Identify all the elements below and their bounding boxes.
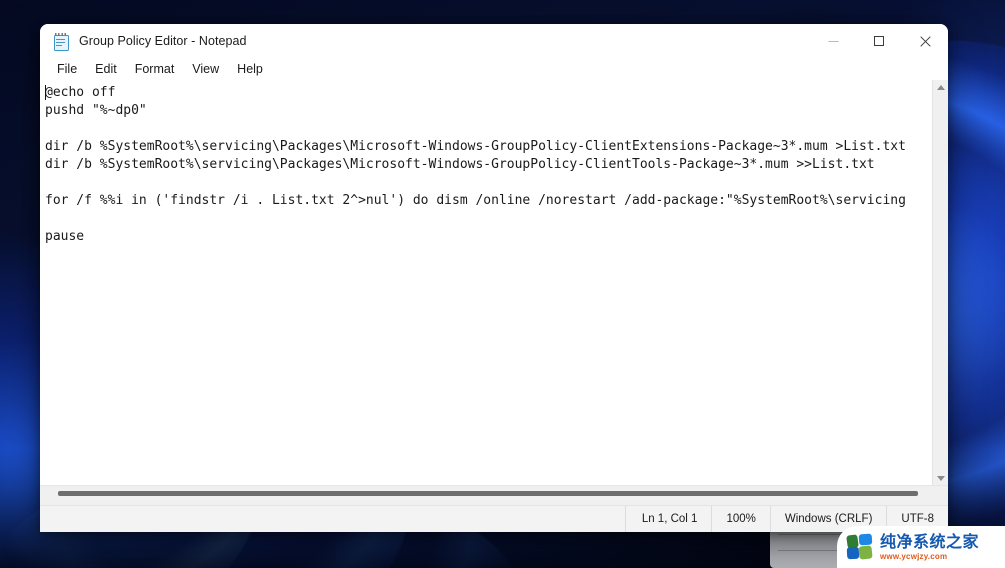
scroll-down-button[interactable]	[933, 471, 948, 485]
desktop-screen: Group Policy Editor - Notepad File Edit …	[0, 0, 1005, 568]
maximize-button[interactable]	[856, 24, 902, 58]
status-bar: Ln 1, Col 1 100% Windows (CRLF) UTF-8	[40, 505, 948, 532]
window-title: Group Policy Editor - Notepad	[79, 34, 247, 48]
menu-item-edit[interactable]: Edit	[86, 60, 126, 78]
menu-bar: File Edit Format View Help	[40, 58, 948, 80]
editor-line: dir /b %SystemRoot%\servicing\Packages\M…	[45, 139, 906, 154]
editor-line: pushd "%~dp0"	[45, 103, 147, 118]
menu-item-format[interactable]: Format	[126, 60, 184, 78]
watermark-logo-icon	[846, 533, 873, 560]
menu-item-view[interactable]: View	[183, 60, 228, 78]
text-editor[interactable]: @echo off pushd "%~dp0" dir /b %SystemRo…	[40, 80, 932, 485]
scroll-down-arrow-icon	[936, 475, 945, 481]
minimize-icon	[828, 40, 838, 42]
notepad-window[interactable]: Group Policy Editor - Notepad File Edit …	[40, 24, 948, 532]
editor-line: pause	[45, 229, 85, 244]
title-bar[interactable]: Group Policy Editor - Notepad	[40, 24, 948, 58]
status-zoom-level[interactable]: 100%	[711, 506, 769, 532]
editor-line: @echo off	[45, 85, 116, 100]
site-watermark: 纯净系统之家 www.ycwjzy.com	[837, 526, 1005, 568]
editor-line: for /f %%i in ('findstr /i . List.txt 2^…	[45, 193, 906, 208]
horizontal-scrollbar[interactable]	[40, 485, 948, 505]
scroll-up-button[interactable]	[933, 80, 948, 94]
menu-item-help[interactable]: Help	[228, 60, 272, 78]
maximize-icon	[873, 35, 884, 46]
vertical-scrollbar[interactable]	[932, 80, 948, 485]
notepad-icon	[53, 33, 69, 51]
minimize-button[interactable]	[810, 24, 856, 58]
watermark-site-url: www.ycwjzy.com	[880, 551, 948, 561]
vertical-scroll-track[interactable]	[933, 94, 948, 471]
text-caret	[45, 85, 46, 100]
editor-area: @echo off pushd "%~dp0" dir /b %SystemRo…	[40, 80, 948, 485]
window-controls	[810, 24, 948, 58]
status-cursor-position[interactable]: Ln 1, Col 1	[624, 506, 712, 532]
scroll-up-arrow-icon	[936, 84, 945, 90]
menu-item-file[interactable]: File	[48, 60, 86, 78]
close-icon	[919, 35, 931, 47]
watermark-text: 纯净系统之家 www.ycwjzy.com	[880, 531, 980, 561]
watermark-site-name: 纯净系统之家	[880, 531, 980, 551]
close-button[interactable]	[902, 24, 948, 58]
editor-line: dir /b %SystemRoot%\servicing\Packages\M…	[45, 157, 875, 172]
horizontal-scroll-thumb[interactable]	[58, 491, 918, 496]
